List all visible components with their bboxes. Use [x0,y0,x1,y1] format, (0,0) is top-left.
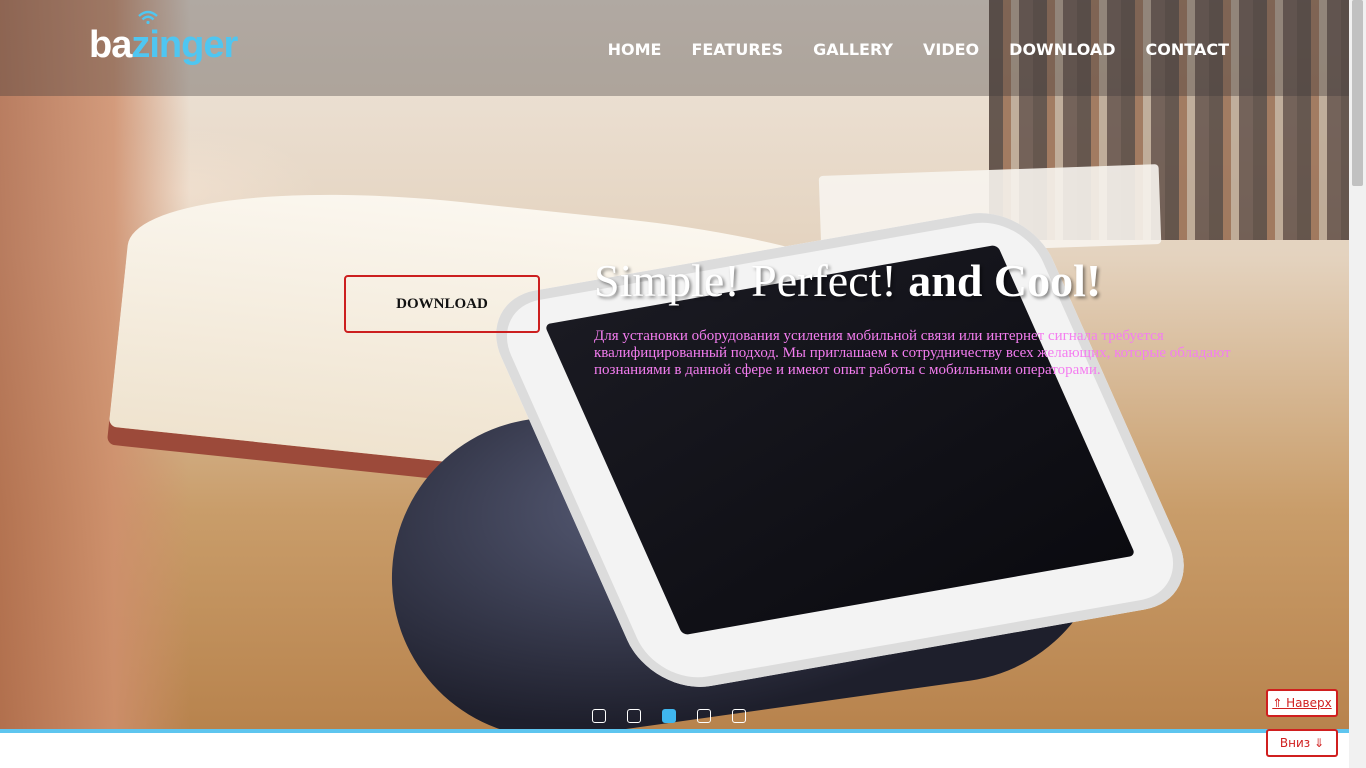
carousel-indicator-2[interactable] [627,709,641,723]
scroll-to-top-button[interactable]: ⇑ Наверх [1266,689,1338,717]
scrollbar-thumb[interactable] [1352,0,1363,186]
nav-video[interactable]: VIDEO [923,40,979,59]
nav-gallery[interactable]: GALLERY [813,40,893,59]
main-menu: HOME FEATURES GALLERY VIDEO DOWNLOAD CON… [608,40,1229,59]
carousel-indicator-5[interactable] [732,709,746,723]
carousel-indicators [592,709,746,723]
nav-download[interactable]: DOWNLOAD [1009,40,1115,59]
hero-headline: Simple! Perfect! and Cool! [594,254,1101,307]
logo-text-part1: ba [89,24,132,66]
page-scrollbar[interactable] [1349,0,1366,768]
headline-bold: and Cool! [908,255,1102,306]
wifi-icon [138,10,158,24]
download-button[interactable]: DOWNLOAD [344,275,540,333]
carousel-indicator-3[interactable] [662,709,676,723]
carousel-indicator-1[interactable] [592,709,606,723]
nav-features[interactable]: FEATURES [691,40,783,59]
hero-description: Для установки оборудования усиления моби… [594,328,1231,378]
carousel-indicator-4[interactable] [697,709,711,723]
bazinger-logo[interactable]: bazinger [89,10,238,67]
section-divider [0,729,1349,733]
headline-normal: Simple! Perfect! [594,255,909,306]
scroll-down-button[interactable]: Вниз ⇓ [1266,729,1338,757]
nav-home[interactable]: HOME [608,40,662,59]
nav-contact[interactable]: CONTACT [1146,40,1229,59]
logo-text-part2: zinger [131,24,238,66]
navbar: bazinger HOME FEATURES GALLERY VIDEO DOW… [0,0,1349,96]
